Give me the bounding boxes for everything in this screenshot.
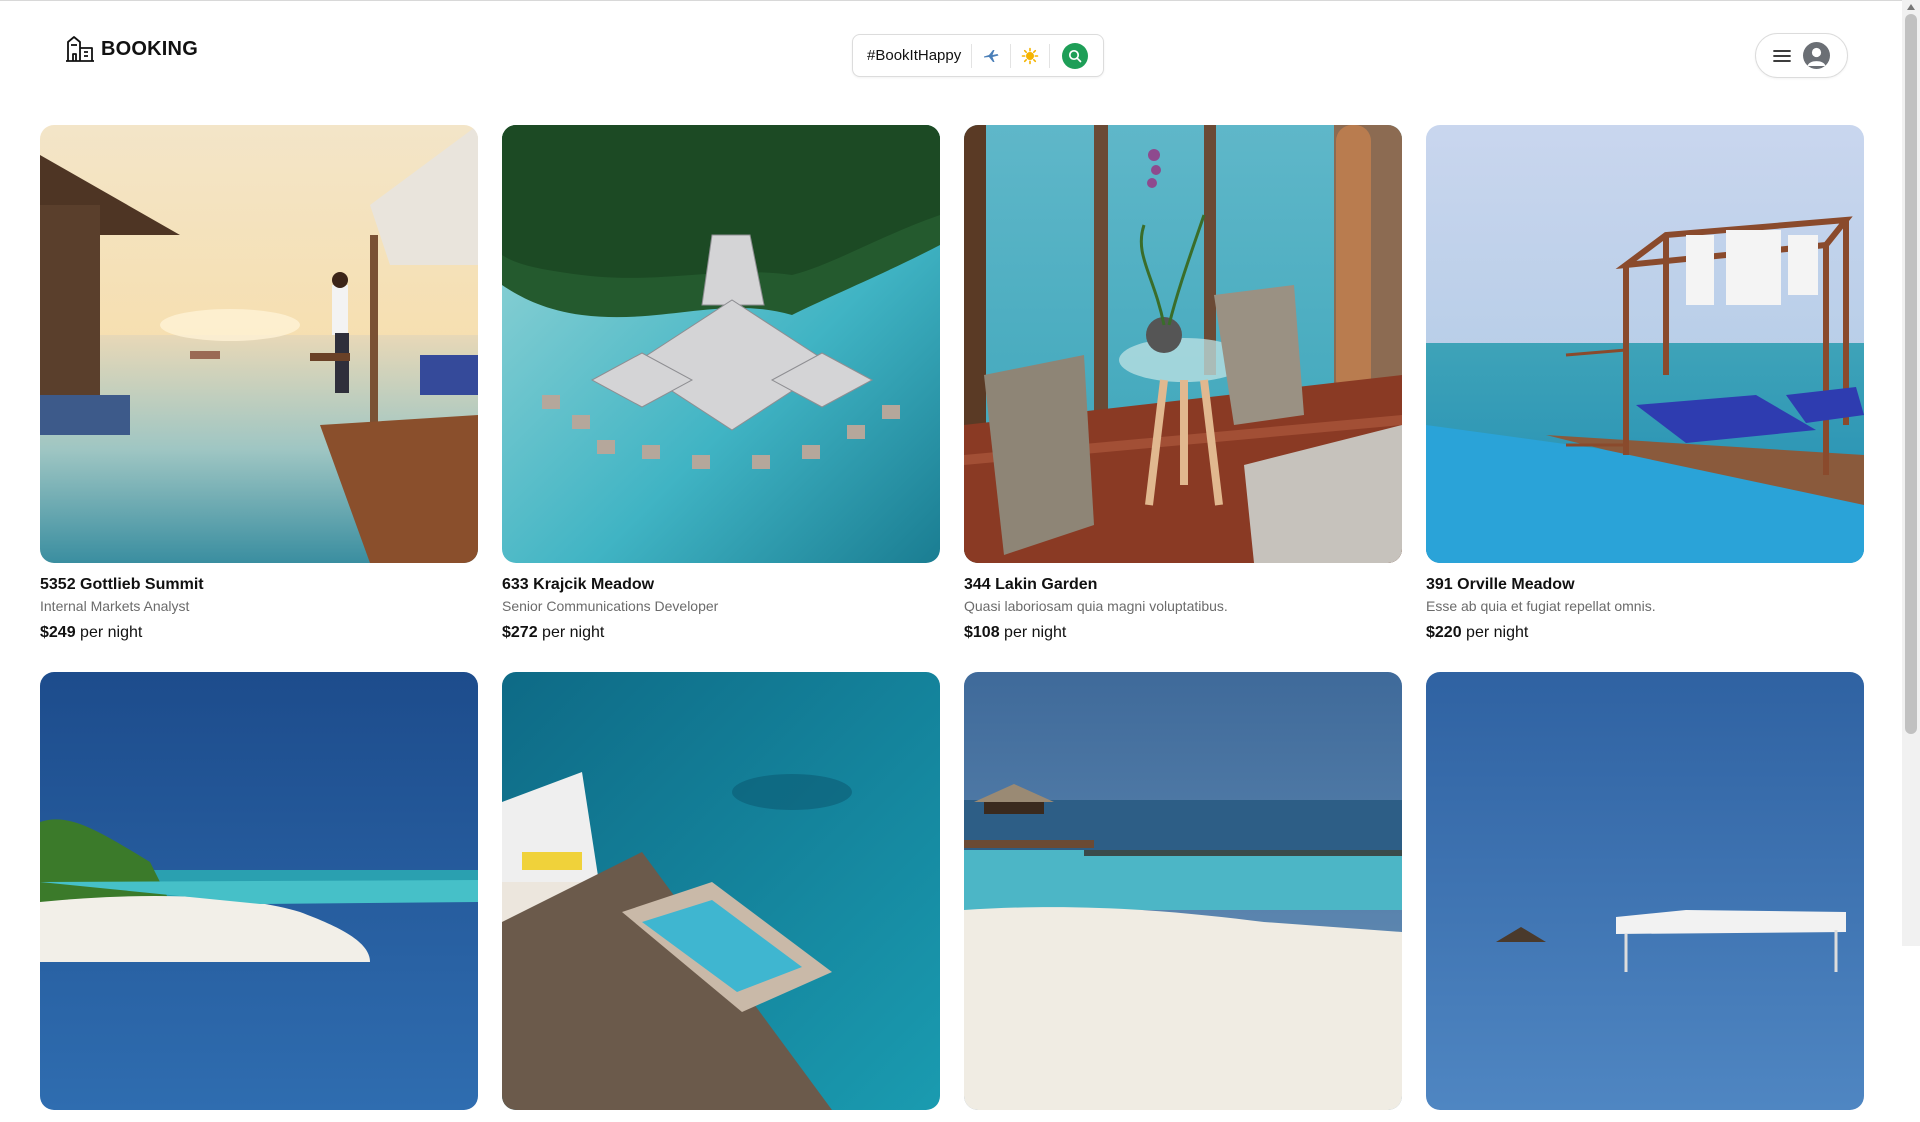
search-button[interactable] [1062,42,1089,69]
listing-card[interactable]: 344 Lakin Garden Quasi laboriosam quia m… [964,125,1402,644]
divider [971,43,973,68]
listing-card[interactable] [964,672,1402,1122]
listing-image[interactable] [964,672,1402,1110]
brand-logo[interactable]: BOOKING [65,34,198,64]
price-suffix: per night [1466,624,1529,641]
listing-price: $220 per night [1426,622,1864,644]
listing-grid: 5352 Gottlieb Summit Internal Markets An… [40,125,1864,1122]
sun-icon[interactable] [1021,47,1039,65]
listing-card[interactable] [40,672,478,1122]
brand-name: BOOKING [101,37,198,60]
price-amount: $272 [502,624,538,641]
price-amount: $249 [40,624,76,641]
listing-card[interactable] [1426,672,1864,1122]
divider [1049,43,1051,68]
listing-title[interactable]: 633 Krajcik Meadow [502,575,940,595]
listing-card[interactable] [502,672,940,1122]
listing-image[interactable] [40,672,478,1110]
listing-subtitle: Internal Markets Analyst [40,598,190,614]
search-bar[interactable]: #BookItHappy [852,34,1104,77]
search-tag[interactable]: #BookItHappy [867,47,961,64]
scroll-up-arrow-icon[interactable] [1905,2,1917,12]
scrollbar-thumb[interactable] [1905,14,1917,734]
price-suffix: per night [1004,624,1067,641]
price-suffix: per night [80,624,143,641]
listing-image[interactable] [502,125,940,563]
user-menu-button[interactable] [1755,33,1848,78]
listing-title[interactable]: 344 Lakin Garden [964,575,1402,595]
listing-card[interactable]: 391 Orville Meadow Esse ab quia et fugia… [1426,125,1864,644]
listing-price: $108 per night [964,622,1402,644]
listing-price: $272 per night [502,622,940,644]
listing-image[interactable] [502,672,940,1110]
search-icon [1069,49,1082,62]
divider [1010,43,1012,68]
listing-subtitle: Senior Communications Developer [502,598,719,614]
listing-image[interactable] [40,125,478,563]
site-header: BOOKING #BookItHappy [0,0,1900,100]
price-suffix: per night [542,624,605,641]
building-icon [66,36,94,62]
price-amount: $108 [964,624,1000,641]
listing-image[interactable] [1426,672,1864,1110]
hamburger-icon [1773,49,1791,62]
listing-title[interactable]: 5352 Gottlieb Summit [40,575,478,595]
listing-card[interactable]: 633 Krajcik Meadow Senior Communications… [502,125,940,644]
listing-subtitle: Quasi laboriosam quia magni voluptatibus… [964,598,1228,614]
listing-subtitle: Esse ab quia et fugiat repellat omnis. [1426,598,1656,614]
user-avatar-icon [1803,42,1830,69]
airplane-icon[interactable] [982,47,1000,65]
price-amount: $220 [1426,624,1462,641]
listing-card[interactable]: 5352 Gottlieb Summit Internal Markets An… [40,125,478,644]
listing-price: $249 per night [40,622,478,644]
listing-title[interactable]: 391 Orville Meadow [1426,575,1864,595]
listing-image[interactable] [1426,125,1864,563]
listing-image[interactable] [964,125,1402,563]
